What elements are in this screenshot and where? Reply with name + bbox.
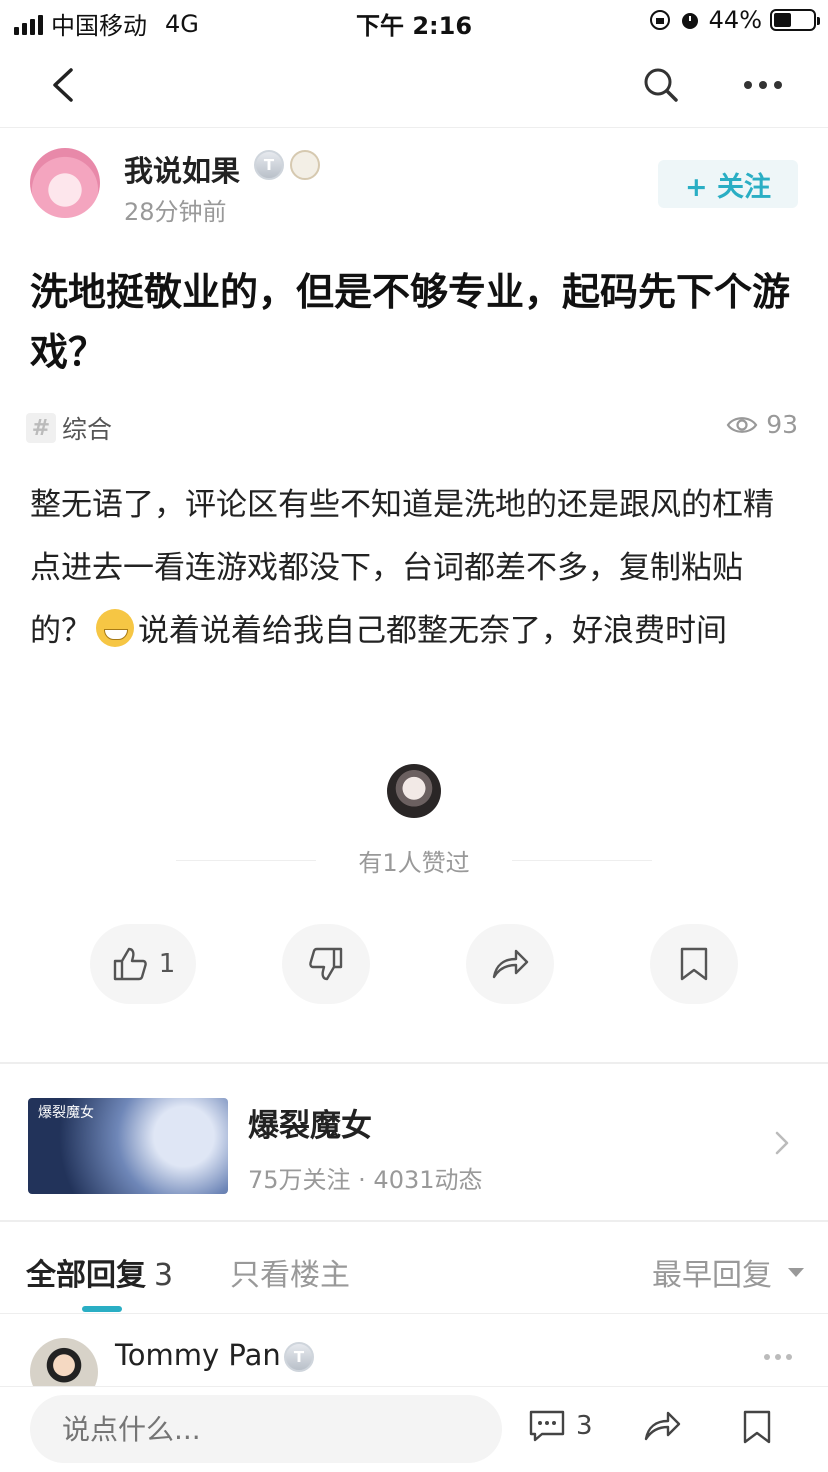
tab-all-label: 全部回复 <box>26 1258 146 1293</box>
share-button[interactable] <box>466 924 554 1004</box>
search-icon <box>644 68 678 102</box>
topic-tag-label: 综合 <box>62 415 113 444</box>
comment-input[interactable] <box>30 1395 502 1463</box>
eye-icon <box>726 416 758 433</box>
back-arrow-icon <box>53 68 73 102</box>
comment-more-button[interactable] <box>764 1354 792 1360</box>
level-badge-icon: T <box>284 1342 314 1372</box>
caret-down-icon <box>788 1267 804 1277</box>
status-bar: 中国移动 4G 下午 2:16 44% <box>0 0 828 42</box>
comment-count: 3 <box>576 1411 593 1441</box>
alarm-icon <box>681 13 698 29</box>
post-title: 洗地挺敬业的，但是不够专业，起码先下个游戏？ <box>30 270 791 374</box>
bottom-bookmark-button[interactable] <box>742 1409 772 1449</box>
game-stats: 75万关注 · 4031动态 <box>248 1166 483 1194</box>
rotation-lock-icon <box>649 10 670 30</box>
bottom-bar: 3 <box>0 1386 828 1472</box>
view-count: 93 <box>726 410 798 439</box>
post-time: 28分钟前 <box>124 198 227 226</box>
nav-bar <box>0 42 828 128</box>
search-button[interactable] <box>636 60 686 110</box>
follow-button[interactable]: + 关注 <box>658 160 798 208</box>
pet-badge-icon <box>290 150 320 180</box>
battery-icon <box>770 9 820 31</box>
bottom-share-button[interactable] <box>642 1409 682 1447</box>
game-cover-image: 爆裂魔女 <box>28 1098 228 1194</box>
more-dots-icon <box>744 81 782 89</box>
post-meta: # 综合 93 <box>26 410 798 446</box>
topic-tag[interactable]: # 综合 <box>26 410 112 446</box>
tab-owner-only[interactable]: 只看楼主 <box>230 1250 350 1294</box>
back-button[interactable] <box>38 60 88 110</box>
thumbs-down-icon <box>309 947 343 981</box>
bookmark-icon <box>680 947 708 981</box>
author-badges: T <box>254 150 320 180</box>
bookmark-icon <box>743 1410 771 1444</box>
tab-active-indicator <box>82 1306 122 1312</box>
sweat-smile-emoji-icon <box>96 609 134 647</box>
comment-item: Tommy Pan T <box>0 1316 828 1386</box>
tab-all-count: 3 <box>154 1258 174 1293</box>
dislike-button[interactable] <box>282 924 370 1004</box>
commenter-avatar[interactable] <box>30 1338 98 1386</box>
liker-avatar[interactable] <box>387 764 441 818</box>
tab-all-replies[interactable]: 全部回复 3 <box>26 1250 173 1294</box>
sort-dropdown[interactable]: 最早回复 <box>652 1250 804 1294</box>
author-header: 我说如果 T 28分钟前 + 关注 <box>0 128 828 238</box>
status-right: 44% <box>649 6 820 34</box>
author-avatar[interactable] <box>30 148 100 218</box>
post-actions: 1 <box>0 924 828 1004</box>
liked-summary[interactable]: 有1人赞过 <box>0 843 828 878</box>
author-name[interactable]: 我说如果 <box>124 148 240 190</box>
comment-bubble-icon <box>529 1410 565 1442</box>
like-count: 1 <box>158 949 176 979</box>
game-title: 爆裂魔女 <box>248 1108 372 1144</box>
like-button[interactable]: 1 <box>90 924 196 1004</box>
game-cover-logo: 爆裂魔女 <box>38 1105 94 1121</box>
reply-tabs: 全部回复 3 只看楼主 最早回复 <box>0 1222 828 1314</box>
chevron-right-icon <box>775 1131 789 1155</box>
post-body: 整无语了，评论区有些不知道是洗地的还是跟风的杠精点进去一看连游戏都没下，台词都差… <box>30 474 800 663</box>
share-arrow-icon <box>492 949 529 979</box>
more-button[interactable] <box>738 60 788 110</box>
thumbs-up-icon <box>113 947 147 981</box>
sort-label: 最早回复 <box>652 1258 772 1293</box>
view-count-value: 93 <box>766 410 798 439</box>
comments-button[interactable]: 3 <box>528 1409 593 1443</box>
hash-icon: # <box>26 413 56 443</box>
level-badge-icon: T <box>254 150 284 180</box>
bookmark-button[interactable] <box>650 924 738 1004</box>
share-arrow-icon <box>644 1411 681 1441</box>
battery-percent: 44% <box>708 6 762 34</box>
commenter-name[interactable]: Tommy Pan <box>115 1338 281 1372</box>
game-card[interactable]: 爆裂魔女 爆裂魔女 75万关注 · 4031动态 <box>0 1064 828 1222</box>
post-body-text-2: 说着说着给我自己都整无奈了，好浪费时间 <box>138 613 727 649</box>
